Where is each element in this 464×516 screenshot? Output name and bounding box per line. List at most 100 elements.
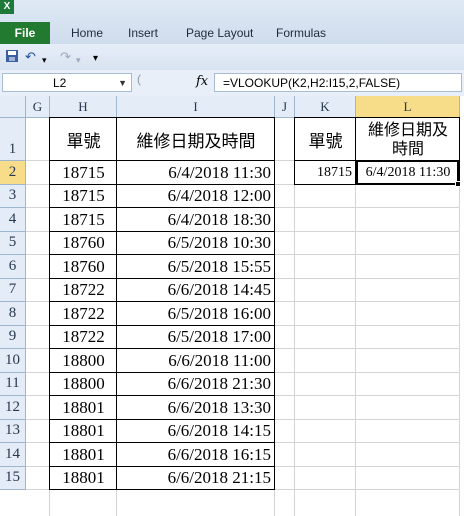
table-border-horizontal: [49, 230, 275, 232]
select-all-corner[interactable]: [0, 96, 26, 118]
redo-dropdown-icon[interactable]: ▾: [76, 52, 81, 68]
table-cell-repair-datetime[interactable]: 6/6/2018 13:30: [117, 396, 275, 420]
table-border-horizontal: [49, 183, 275, 185]
tab-page-layout[interactable]: Page Layout: [186, 22, 253, 44]
row-header-2[interactable]: 2: [0, 161, 26, 185]
table-cell-repair-datetime[interactable]: 6/4/2018 11:30: [117, 161, 275, 185]
row-header-8[interactable]: 8: [0, 302, 26, 326]
table-cell-order-no[interactable]: 18760: [50, 255, 117, 279]
active-cell-outline[interactable]: [356, 160, 459, 185]
table-cell-order-no[interactable]: 18801: [50, 420, 117, 444]
column-header-k[interactable]: K: [295, 96, 356, 118]
table-cell-repair-datetime[interactable]: 6/6/2018 21:15: [117, 467, 275, 491]
table-cell-repair-datetime[interactable]: 6/4/2018 12:00: [117, 185, 275, 209]
table-cell-order-no[interactable]: 18722: [50, 279, 117, 303]
column-header-j[interactable]: J: [275, 96, 295, 118]
table-cell-repair-datetime[interactable]: 6/6/2018 16:15: [117, 443, 275, 467]
table-border-horizontal: [49, 371, 275, 373]
insert-function-icon[interactable]: fx: [196, 74, 208, 89]
tab-insert[interactable]: Insert: [128, 22, 158, 44]
table-cell-repair-datetime[interactable]: 6/6/2018 21:30: [117, 373, 275, 397]
chevron-down-icon[interactable]: ▼: [118, 74, 127, 93]
lookup-header-order-no[interactable]: 單號: [295, 118, 356, 161]
table-cell-repair-datetime[interactable]: 6/6/2018 14:15: [117, 420, 275, 444]
table-cell-repair-datetime[interactable]: 6/5/2018 15:55: [117, 255, 275, 279]
row-header-7[interactable]: 7: [0, 278, 26, 302]
table-header-order-no[interactable]: 單號: [50, 118, 117, 161]
row-header-9[interactable]: 9: [0, 325, 26, 349]
row-header-15[interactable]: 15: [0, 466, 26, 490]
formula-input[interactable]: =VLOOKUP(K2,H2:I15,2,FALSE): [214, 73, 462, 92]
table-cell-repair-datetime[interactable]: 6/5/2018 17:00: [117, 326, 275, 350]
table-cell-order-no[interactable]: 18801: [50, 467, 117, 491]
row-header-4[interactable]: 4: [0, 208, 26, 232]
table-border-horizontal: [49, 442, 275, 443]
table-border-horizontal: [49, 207, 275, 208]
table-cell-order-no[interactable]: 18760: [50, 232, 117, 256]
row-header-10[interactable]: 10: [0, 349, 26, 373]
row-header-13[interactable]: 13: [0, 419, 26, 443]
lookup-cell-order-no[interactable]: 18715: [295, 161, 356, 185]
lookup-header-repair-datetime[interactable]: 維修日期及時間: [356, 118, 460, 161]
table-border-vertical: [49, 118, 50, 490]
table-cell-repair-datetime[interactable]: 6/6/2018 11:00: [117, 349, 275, 373]
customize-toolbar-icon[interactable]: ▾: [93, 51, 98, 67]
table-cell-order-no[interactable]: 18801: [50, 396, 117, 420]
lookup-border-horizontal: [294, 117, 460, 118]
formula-bar: L2 ▼ ( fx =VLOOKUP(K2,H2:I15,2,FALSE): [0, 70, 464, 97]
table-border-horizontal: [49, 418, 275, 420]
table-border-horizontal: [49, 348, 275, 349]
table-border-horizontal: [49, 324, 275, 326]
worksheet-grid[interactable]: G H I J K L 1 2 3 4 5 6 7 8 9 10 11 12 13 14 15 單號 維修日期及時間 1871…: [0, 96, 464, 516]
table-header-repair-datetime[interactable]: 維修日期及時間: [117, 118, 275, 161]
fill-handle[interactable]: [455, 180, 461, 187]
lookup-border-vertical: [459, 118, 460, 185]
table-border-horizontal: [49, 301, 275, 302]
column-header-l[interactable]: L: [356, 96, 460, 118]
quick-access-toolbar: ↶ ▾ ↷ ▾ ▾: [0, 44, 464, 71]
table-cell-order-no[interactable]: 18800: [50, 349, 117, 373]
table-cell-repair-datetime[interactable]: 6/6/2018 14:45: [117, 279, 275, 303]
row-header-1[interactable]: 1: [0, 118, 26, 161]
excel-logo-icon: X: [0, 0, 14, 14]
name-box-value: L2: [53, 76, 67, 90]
table-cell-order-no[interactable]: 18715: [50, 185, 117, 209]
name-box[interactable]: L2 ▼: [2, 73, 132, 92]
table-cell-order-no[interactable]: 18722: [50, 326, 117, 350]
tab-home[interactable]: Home: [71, 22, 103, 44]
table-cell-order-no[interactable]: 18722: [50, 302, 117, 326]
save-icon[interactable]: [5, 49, 19, 67]
table-border-horizontal: [49, 117, 275, 118]
column-header-i[interactable]: I: [117, 96, 275, 118]
table-cell-order-no[interactable]: 18800: [50, 373, 117, 397]
ribbon-tab-bar: X File Home Insert Page Layout Formulas: [0, 0, 464, 45]
table-border-horizontal: [49, 254, 275, 255]
table-cell-order-no[interactable]: 18801: [50, 443, 117, 467]
column-header-h[interactable]: H: [50, 96, 117, 118]
table-cell-order-no[interactable]: 18715: [50, 161, 117, 185]
table-border-vertical: [116, 118, 117, 490]
row-header-11[interactable]: 11: [0, 372, 26, 396]
row-header-3[interactable]: 3: [0, 184, 26, 208]
table-cell-order-no[interactable]: 18715: [50, 208, 117, 232]
row-header-6[interactable]: 6: [0, 255, 26, 279]
redo-icon[interactable]: ↷: [60, 49, 71, 65]
table-border-horizontal: [49, 465, 275, 467]
undo-dropdown-icon[interactable]: ▾: [42, 52, 47, 68]
table-cell-repair-datetime[interactable]: 6/5/2018 16:00: [117, 302, 275, 326]
row-header-14[interactable]: 14: [0, 443, 26, 467]
table-border-horizontal: [49, 160, 275, 161]
tab-formulas[interactable]: Formulas: [276, 22, 326, 44]
table-border-horizontal: [49, 395, 275, 396]
undo-icon[interactable]: ↶: [25, 49, 36, 65]
table-cell-repair-datetime[interactable]: 6/4/2018 18:30: [117, 208, 275, 232]
row-header-5[interactable]: 5: [0, 231, 26, 255]
table-border-horizontal: [49, 277, 275, 279]
table-border-horizontal: [49, 489, 275, 490]
row-header-12[interactable]: 12: [0, 396, 26, 420]
tab-file[interactable]: File: [0, 22, 50, 44]
column-header-g[interactable]: G: [26, 96, 50, 118]
lookup-border-vertical: [294, 118, 295, 185]
table-cell-repair-datetime[interactable]: 6/5/2018 10:30: [117, 232, 275, 256]
zoom-handle-icon[interactable]: (: [137, 72, 141, 86]
